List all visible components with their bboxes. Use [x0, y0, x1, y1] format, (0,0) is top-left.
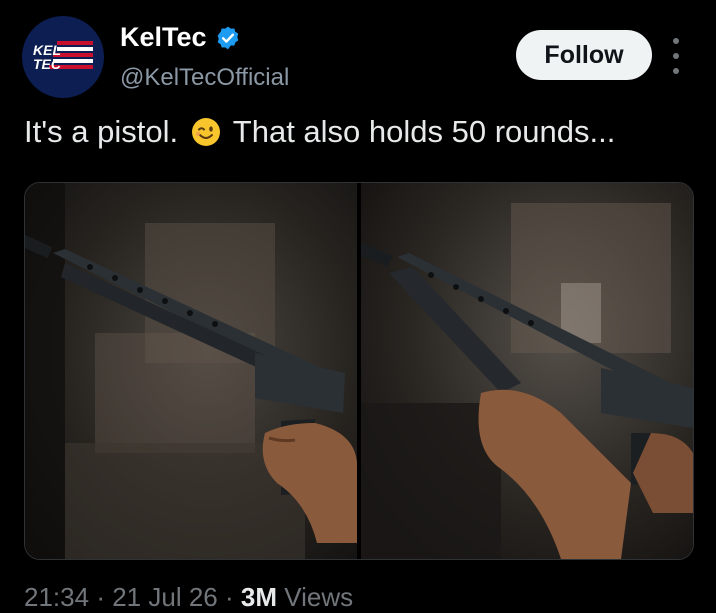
follow-button[interactable]: Follow — [516, 30, 652, 80]
keltec-logo-icon: KEL TEC — [33, 41, 93, 72]
tweet-text: It's a pistol. That also holds 50 rounds… — [24, 112, 704, 152]
author-name-row[interactable]: KelTec — [120, 22, 241, 53]
tweet-meta: 21:34 · 21 Jul 26 · 3M Views — [24, 582, 353, 613]
tweet-text-part2: That also holds 50 rounds... — [232, 114, 616, 149]
meta-separator-2: · — [224, 582, 234, 612]
author-name[interactable]: KelTec — [120, 22, 207, 53]
verified-badge-icon[interactable] — [215, 25, 241, 51]
winking-face-icon — [191, 118, 220, 146]
media-grid — [24, 182, 694, 560]
views-label: Views — [284, 582, 354, 612]
avatar[interactable]: KEL TEC — [22, 16, 104, 98]
avatar-text-bottom: TEC — [33, 56, 62, 72]
views-count: 3M — [240, 582, 278, 612]
author-handle[interactable]: @KelTecOfficial — [120, 64, 289, 92]
tweet-date[interactable]: 21 Jul 26 — [112, 582, 218, 612]
meta-separator: · — [96, 582, 105, 612]
more-vertical-icon[interactable] — [666, 38, 686, 74]
tweet-photo-2[interactable] — [361, 183, 693, 559]
tweet-text-part1: It's a pistol. — [24, 114, 179, 149]
tweet-photo-1[interactable] — [25, 183, 357, 559]
tweet-time[interactable]: 21:34 — [24, 582, 89, 612]
